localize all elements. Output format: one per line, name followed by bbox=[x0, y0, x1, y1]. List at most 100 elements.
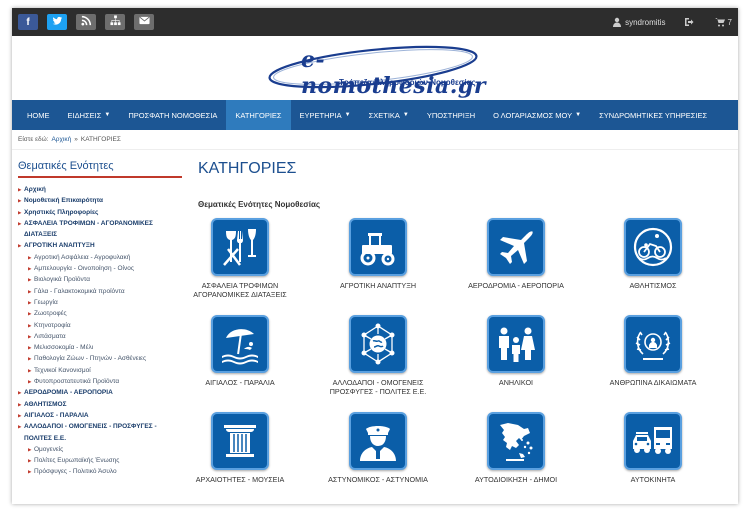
sidebar-subitem[interactable]: Λιπάσματα bbox=[18, 331, 182, 343]
nav-item-0[interactable]: HOME bbox=[18, 100, 59, 130]
nav-item-label: ΣΧΕΤΙΚΑ bbox=[368, 110, 400, 120]
globe-network-icon[interactable] bbox=[349, 315, 407, 373]
page-title: ΚΑΤΗΓΟΡΙΕΣ bbox=[198, 160, 297, 177]
category-label[interactable]: ΑΙΓΙΑΛΟΣ - ΠΑΡΑΛΙΑ bbox=[175, 378, 305, 387]
category-label[interactable]: ΑΓΡΟΤΙΚΗ ΑΝΑΠΤΥΞΗ bbox=[313, 281, 443, 290]
sidebar-subitem[interactable]: Ζωοτροφές bbox=[18, 308, 182, 320]
logout-button[interactable] bbox=[684, 17, 697, 27]
category-label[interactable]: ΑΥΤΟΔΙΟΙΚΗΣΗ - ΔΗΜΟΙ bbox=[451, 475, 581, 484]
category-label[interactable]: ΑΣΦΑΛΕΙΑ ΤΡΟΦΙΜΩΝ ΑΓΟΡΑΝΟΜΙΚΕΣ ΔΙΑΤΑΞΕΙΣ bbox=[175, 281, 305, 299]
nav-item-5[interactable]: ΣΧΕΤΙΚΑ ▼ bbox=[360, 100, 418, 130]
nav-item-label: ΠΡΟΣΦΑΤΗ ΝΟΜΟΘΕΣΙΑ bbox=[128, 110, 218, 120]
nav-item-8[interactable]: ΣΥΝΔΡΟΜΗΤΙΚΕΣ ΥΠΗΡΕΣΙΕΣ bbox=[590, 100, 716, 130]
sidebar-menu: ΑρχικήΝομοθετική ΕπικαιρότηταΧρηστικές Π… bbox=[18, 184, 182, 478]
breadcrumb-current: ΚΑΤΗΓΟΡΙΕΣ bbox=[80, 136, 121, 143]
cart-icon bbox=[714, 18, 725, 27]
sidebar-subitem[interactable]: Μελισσοκομία - Μέλι bbox=[18, 342, 182, 354]
category-card[interactable]: ΑΘΛΗΤΙΣΜΟΣ bbox=[588, 218, 718, 290]
category-card[interactable]: ΑΥΤΟΚΙΝΗΤΑ bbox=[588, 412, 718, 484]
nav-item-label: ΕΙΔΗΣΕΙΣ bbox=[67, 110, 102, 120]
facebook-button[interactable]: f bbox=[18, 14, 38, 30]
sitemap-button[interactable] bbox=[105, 14, 125, 30]
sidebar-item[interactable]: ΑΙΓΙΑΛΟΣ - ΠΑΡΑΛΙΑ bbox=[18, 410, 182, 422]
sidebar-subitem[interactable]: Αγροτική Ασφάλεια - Αγροφυλακή bbox=[18, 252, 182, 264]
vehicles-icon[interactable] bbox=[624, 412, 682, 470]
category-card[interactable]: ΑΝΗΛΙΚΟΙ bbox=[451, 315, 581, 387]
social-links: f bbox=[18, 14, 163, 30]
sidebar-item[interactable]: ΑΕΡΟΔΡΟΜΙΑ - ΑΕΡΟΠΟΡΙΑ bbox=[18, 387, 182, 399]
category-card[interactable]: ΑΙΓΙΑΛΟΣ - ΠΑΡΑΛΙΑ bbox=[175, 315, 305, 387]
mail-button[interactable] bbox=[134, 14, 154, 30]
triathlon-icon[interactable] bbox=[624, 218, 682, 276]
nav-item-7[interactable]: Ο ΛΟΓΑΡΙΑΣΜΟΣ ΜΟΥ ▼ bbox=[484, 100, 590, 130]
logout-icon bbox=[684, 18, 694, 26]
nav-item-label: Ο ΛΟΓΑΡΙΑΣΜΟΣ ΜΟΥ bbox=[493, 110, 573, 120]
category-card[interactable]: ΑΣΤΥΝΟΜΙΚΟΣ - ΑΣΤΥΝΟΜΙΑ bbox=[313, 412, 443, 484]
category-card[interactable]: ΑΛΛΟΔΑΠΟΙ - ΟΜΟΓΕΝΕΙΣ ΠΡΟΣΦΥΓΕΣ - ΠΟΛΙΤΕ… bbox=[313, 315, 443, 396]
logo-tagline: Τράπεζα Πληροφοριών Νομοθεσίας bbox=[339, 78, 476, 87]
nav-item-2[interactable]: ΠΡΟΣΦΑΤΗ ΝΟΜΟΘΕΣΙΑ bbox=[119, 100, 226, 130]
chevron-down-icon: ▼ bbox=[402, 112, 409, 118]
category-card[interactable]: ΑΕΡΟΔΡΟΜΙΑ - ΑΕΡΟΠΟΡΙΑ bbox=[451, 218, 581, 290]
page-content: Θεματικές Ενότητες ΑρχικήΝομοθετική Επικ… bbox=[12, 150, 738, 504]
site-logo[interactable]: e-nomothesia.gr Τράπεζα Πληροφοριών Νομο… bbox=[265, 41, 485, 99]
username: syndromitis bbox=[625, 17, 666, 27]
un-emblem-icon[interactable] bbox=[624, 315, 682, 373]
category-label[interactable]: ΑΕΡΟΔΡΟΜΙΑ - ΑΕΡΟΠΟΡΙΑ bbox=[451, 281, 581, 290]
sidebar-subitem[interactable]: Γεωργία bbox=[18, 297, 182, 309]
greece-map-icon[interactable] bbox=[487, 412, 545, 470]
twitter-button[interactable] bbox=[47, 14, 67, 30]
sidebar-item[interactable]: Χρηστικές Πληροφορίες bbox=[18, 207, 182, 219]
category-label[interactable]: ΑΝΘΡΩΠΙΝΑ ΔΙΚΑΙΩΜΑΤΑ bbox=[588, 378, 718, 387]
sidebar-subitem[interactable]: Φυτοπροστατευτικά Προϊόντα bbox=[18, 376, 182, 388]
category-label[interactable]: ΑΘΛΗΤΙΣΜΟΣ bbox=[588, 281, 718, 290]
sidebar-subitem[interactable]: Αμπελουργία - Οινοποίηση - Οίνος bbox=[18, 263, 182, 275]
sidebar-subitem[interactable]: Ομογενείς bbox=[18, 444, 182, 456]
sidebar-title: Θεματικές Ενότητες bbox=[18, 160, 182, 178]
twitter-icon bbox=[52, 15, 63, 29]
chevron-down-icon: ▼ bbox=[104, 112, 111, 118]
rss-button[interactable] bbox=[76, 14, 96, 30]
police-officer-icon[interactable] bbox=[349, 412, 407, 470]
cart-button[interactable]: 7 bbox=[714, 17, 732, 27]
beach-icon[interactable] bbox=[211, 315, 269, 373]
sidebar-subitem[interactable]: Γάλα - Γαλακτοκομικά προϊόντα bbox=[18, 286, 182, 298]
sidebar-subitem[interactable]: Κτηνοτροφία bbox=[18, 320, 182, 332]
sidebar-item[interactable]: Νομοθετική Επικαιρότητα bbox=[18, 195, 182, 207]
nav-item-1[interactable]: ΕΙΔΗΣΕΙΣ ▼ bbox=[59, 100, 120, 130]
category-label[interactable]: ΑΡΧΑΙΟΤΗΤΕΣ - ΜΟΥΣΕΙΑ bbox=[175, 475, 305, 484]
sidebar-subitem[interactable]: Πρόσφυγες - Πολιτικό Άσυλο bbox=[18, 466, 182, 478]
family-icon[interactable] bbox=[487, 315, 545, 373]
category-label[interactable]: ΑΥΤΟΚΙΝΗΤΑ bbox=[588, 475, 718, 484]
rss-icon bbox=[80, 15, 92, 29]
food-safety-icon[interactable] bbox=[211, 218, 269, 276]
nav-item-6[interactable]: ΥΠΟΣΤΗΡΙΞΗ bbox=[418, 100, 484, 130]
nav-item-4[interactable]: ΕΥΡΕΤΗΡΙΑ ▼ bbox=[291, 100, 360, 130]
sidebar-subitem[interactable]: Πολίτες Ευρωπαϊκής Ένωσης bbox=[18, 455, 182, 467]
category-label[interactable]: ΑΣΤΥΝΟΜΙΚΟΣ - ΑΣΤΥΝΟΜΙΑ bbox=[313, 475, 443, 484]
sidebar-item[interactable]: ΑΣΦΑΛΕΙΑ ΤΡΟΦΙΜΩΝ - ΑΓΟΡΑΝΟΜΙΚΕΣ ΔΙΑΤΑΞΕ… bbox=[18, 218, 182, 241]
section-subtitle: Θεματικές Ενότητες Νομοθεσίας bbox=[198, 200, 321, 209]
sidebar-item[interactable]: ΑΘΛΗΤΙΣΜΟΣ bbox=[18, 399, 182, 411]
breadcrumb-home-link[interactable]: Αρχική bbox=[51, 136, 71, 143]
sidebar-item[interactable]: ΑΓΡΟΤΙΚΗ ΑΝΑΠΤΥΞΗ bbox=[18, 240, 182, 252]
user-link[interactable]: syndromitis bbox=[612, 17, 666, 27]
sidebar-subitem[interactable]: Τεχνικοί Κανονισμοί bbox=[18, 365, 182, 377]
category-card[interactable]: ΑΝΘΡΩΠΙΝΑ ΔΙΚΑΙΩΜΑΤΑ bbox=[588, 315, 718, 387]
nav-item-3[interactable]: ΚΑΤΗΓΟΡΙΕΣ bbox=[226, 100, 291, 130]
sidebar-item[interactable]: ΑΛΛΟΔΑΠΟΙ - ΟΜΟΓΕΝΕΙΣ - ΠΡΟΣΦΥΓΕΣ - ΠΟΛΙ… bbox=[18, 421, 182, 444]
column-icon[interactable] bbox=[211, 412, 269, 470]
category-card[interactable]: ΑΡΧΑΙΟΤΗΤΕΣ - ΜΟΥΣΕΙΑ bbox=[175, 412, 305, 484]
tractor-icon[interactable] bbox=[349, 218, 407, 276]
category-card[interactable]: ΑΓΡΟΤΙΚΗ ΑΝΑΠΤΥΞΗ bbox=[313, 218, 443, 290]
sidebar-subitem[interactable]: Βιολογικά Προϊόντα bbox=[18, 274, 182, 286]
airplane-icon[interactable] bbox=[487, 218, 545, 276]
header-logo-area: e-nomothesia.gr Τράπεζα Πληροφοριών Νομο… bbox=[12, 36, 738, 100]
category-label[interactable]: ΑΛΛΟΔΑΠΟΙ - ΟΜΟΓΕΝΕΙΣ ΠΡΟΣΦΥΓΕΣ - ΠΟΛΙΤΕ… bbox=[313, 378, 443, 396]
category-label[interactable]: ΑΝΗΛΙΚΟΙ bbox=[451, 378, 581, 387]
category-card[interactable]: ΑΥΤΟΔΙΟΙΚΗΣΗ - ΔΗΜΟΙ bbox=[451, 412, 581, 484]
sidebar-subitem[interactable]: Παθολογία Ζώων - Πτηνών - Ασθένειες bbox=[18, 353, 182, 365]
sidebar-item[interactable]: Αρχική bbox=[18, 184, 182, 196]
main-nav: HOME ΕΙΔΗΣΕΙΣ ▼ ΠΡΟΣΦΑΤΗ ΝΟΜΟΘΕΣΙΑ ΚΑΤΗΓΟΡΙΕ… bbox=[12, 100, 738, 130]
category-card[interactable]: ΑΣΦΑΛΕΙΑ ΤΡΟΦΙΜΩΝ ΑΓΟΡΑΝΟΜΙΚΕΣ ΔΙΑΤΑΞΕΙΣ bbox=[175, 218, 305, 299]
